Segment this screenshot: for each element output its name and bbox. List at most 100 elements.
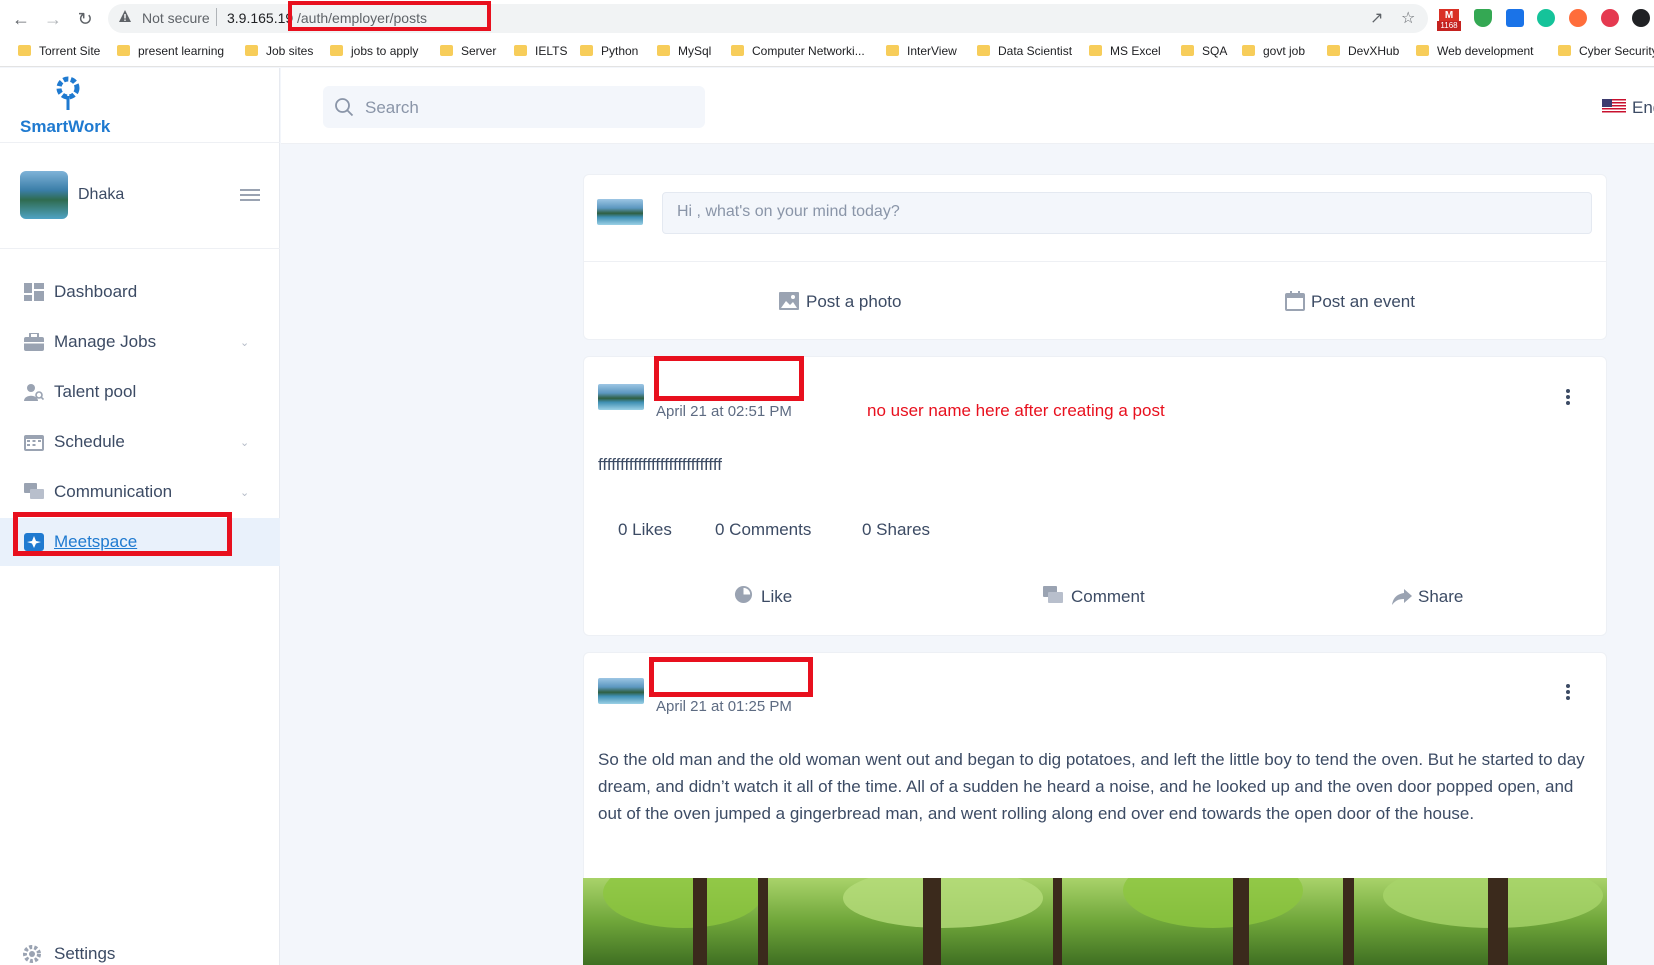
brand-name: SmartWork xyxy=(20,117,111,136)
sidebar-item-settings[interactable]: Settings xyxy=(22,941,282,965)
gmail-count: 1168 xyxy=(1437,21,1461,31)
sidebar-item-schedule[interactable]: Schedule ⌄ xyxy=(0,418,280,466)
url-host: 3.9.165.19 xyxy=(227,10,294,26)
share-arrow-icon xyxy=(1392,589,1412,605)
bookmark-item[interactable]: present learning xyxy=(117,44,224,58)
bookmark-item[interactable]: IELTS xyxy=(514,44,567,58)
star-icon[interactable]: ☆ xyxy=(1401,8,1415,28)
avatar xyxy=(598,384,644,410)
sidebar-item-label: Talent pool xyxy=(54,382,137,401)
annotation-note: no user name here after creating a post xyxy=(867,401,1165,420)
bookmark-item[interactable]: Server xyxy=(440,44,496,58)
missing-username-highlight-box xyxy=(649,657,813,697)
briefcase-icon xyxy=(24,333,44,351)
browser-toolbar: ← → ↻ Not secure 3.9.165.19 /auth/employ… xyxy=(0,0,1654,37)
calendar-icon xyxy=(1285,291,1305,311)
folder-icon xyxy=(1327,45,1340,56)
chevron-down-icon: ⌄ xyxy=(240,437,250,449)
more-options-icon[interactable] xyxy=(1566,684,1570,700)
bookmark-item[interactable]: MS Excel xyxy=(1089,44,1161,58)
bookmark-item[interactable]: InterView xyxy=(886,44,957,58)
avatar xyxy=(597,199,643,225)
search-placeholder: Search xyxy=(365,98,419,117)
composer-placeholder: Hi , what's on your mind today? xyxy=(677,203,900,220)
share-button[interactable]: Share xyxy=(1418,587,1463,607)
bookmark-item[interactable]: Job sites xyxy=(245,44,313,58)
bookmarks-bar: Torrent Site present learning Job sites … xyxy=(0,37,1654,67)
folder-icon xyxy=(117,45,130,56)
comment-button[interactable]: Comment xyxy=(1071,587,1145,607)
post-event-button[interactable]: Post an event xyxy=(1311,292,1415,312)
gmail-extension-icon[interactable]: M 1168 xyxy=(1437,9,1461,31)
bookmark-item[interactable]: Data Scientist xyxy=(977,44,1072,58)
sidebar-item-label: Schedule xyxy=(54,432,125,451)
language-selector[interactable]: Eng xyxy=(1632,98,1654,118)
sidebar-item-dashboard[interactable]: Dashboard xyxy=(0,268,280,316)
folder-icon xyxy=(886,45,899,56)
bookmark-item[interactable]: MySql xyxy=(657,44,711,58)
share-icon[interactable]: ↗ xyxy=(1370,8,1383,28)
drop-extension-icon[interactable] xyxy=(1506,9,1524,27)
divider xyxy=(583,261,1607,262)
likes-count[interactable]: 0 Likes xyxy=(618,520,672,540)
puzzle-extension-icon[interactable] xyxy=(1632,9,1650,27)
back-arrow-icon[interactable]: ← xyxy=(10,8,32,30)
chevron-down-icon: ⌄ xyxy=(240,487,250,499)
folder-icon xyxy=(18,45,31,56)
avatar xyxy=(598,678,644,704)
bookmark-item[interactable]: jobs to apply xyxy=(330,44,418,58)
post-date: April 21 at 01:25 PM xyxy=(656,698,792,715)
folder-icon xyxy=(330,45,343,56)
user-search-icon xyxy=(24,384,44,401)
image-icon xyxy=(779,292,799,310)
url-separator xyxy=(216,8,217,26)
post-body: So the old man and the old woman went ou… xyxy=(598,750,1585,823)
shield-extension-icon[interactable] xyxy=(1474,9,1492,27)
shares-count[interactable]: 0 Shares xyxy=(862,520,930,540)
not-secure-label: Not secure xyxy=(142,10,210,26)
bookmark-item[interactable]: Cyber Security xyxy=(1558,44,1654,58)
hamburger-menu-icon[interactable] xyxy=(240,189,260,201)
like-button[interactable]: Like xyxy=(761,587,792,607)
sidebar-item-label: Dashboard xyxy=(54,282,138,301)
grammarly-icon[interactable] xyxy=(1537,9,1555,27)
sidebar-item-label: Manage Jobs xyxy=(54,332,157,351)
folder-icon xyxy=(1181,45,1194,56)
smartwork-logo-icon xyxy=(56,76,80,110)
bookmark-item[interactable]: DevXHub xyxy=(1327,44,1399,58)
url-highlight-box xyxy=(288,1,491,31)
folder-icon xyxy=(731,45,744,56)
sidebar-item-talent-pool[interactable]: Talent pool xyxy=(0,368,280,416)
bookmark-item[interactable]: Web development xyxy=(1416,44,1534,58)
folder-icon xyxy=(514,45,527,56)
red-extension-icon[interactable] xyxy=(1601,9,1619,27)
orange-extension-icon[interactable] xyxy=(1569,9,1587,27)
sidebar-item-communication[interactable]: Communication ⌄ xyxy=(0,468,280,516)
bookmark-item[interactable]: Torrent Site xyxy=(18,44,100,58)
folder-icon xyxy=(1242,45,1255,56)
bookmark-item[interactable]: govt job xyxy=(1242,44,1305,58)
sidebar-item-manage-jobs[interactable]: Manage Jobs ⌄ xyxy=(0,318,280,366)
dashboard-icon xyxy=(24,283,44,301)
avatar[interactable] xyxy=(20,171,68,219)
warning-icon xyxy=(119,10,131,22)
bookmark-item[interactable]: Python xyxy=(580,44,638,58)
post-photo-button[interactable]: Post a photo xyxy=(806,292,901,312)
folder-icon xyxy=(245,45,258,56)
folder-icon xyxy=(1089,45,1102,56)
like-icon xyxy=(734,585,753,604)
chevron-down-icon: ⌄ xyxy=(240,337,250,349)
comments-count[interactable]: 0 Comments xyxy=(715,520,811,540)
post-image[interactable] xyxy=(583,878,1607,965)
reload-icon[interactable]: ↻ xyxy=(74,8,96,30)
folder-icon xyxy=(977,45,990,56)
folder-icon xyxy=(1558,45,1571,56)
us-flag-icon[interactable] xyxy=(1602,99,1626,114)
folder-icon xyxy=(657,45,670,56)
logo-area[interactable]: SmartWork xyxy=(0,68,280,143)
profile-block: Dhaka xyxy=(0,143,280,249)
bookmark-item[interactable]: Computer Networki... xyxy=(731,44,865,58)
forward-arrow-icon[interactable]: → xyxy=(42,8,64,30)
bookmark-item[interactable]: SQA xyxy=(1181,44,1227,58)
more-options-icon[interactable] xyxy=(1566,389,1570,405)
